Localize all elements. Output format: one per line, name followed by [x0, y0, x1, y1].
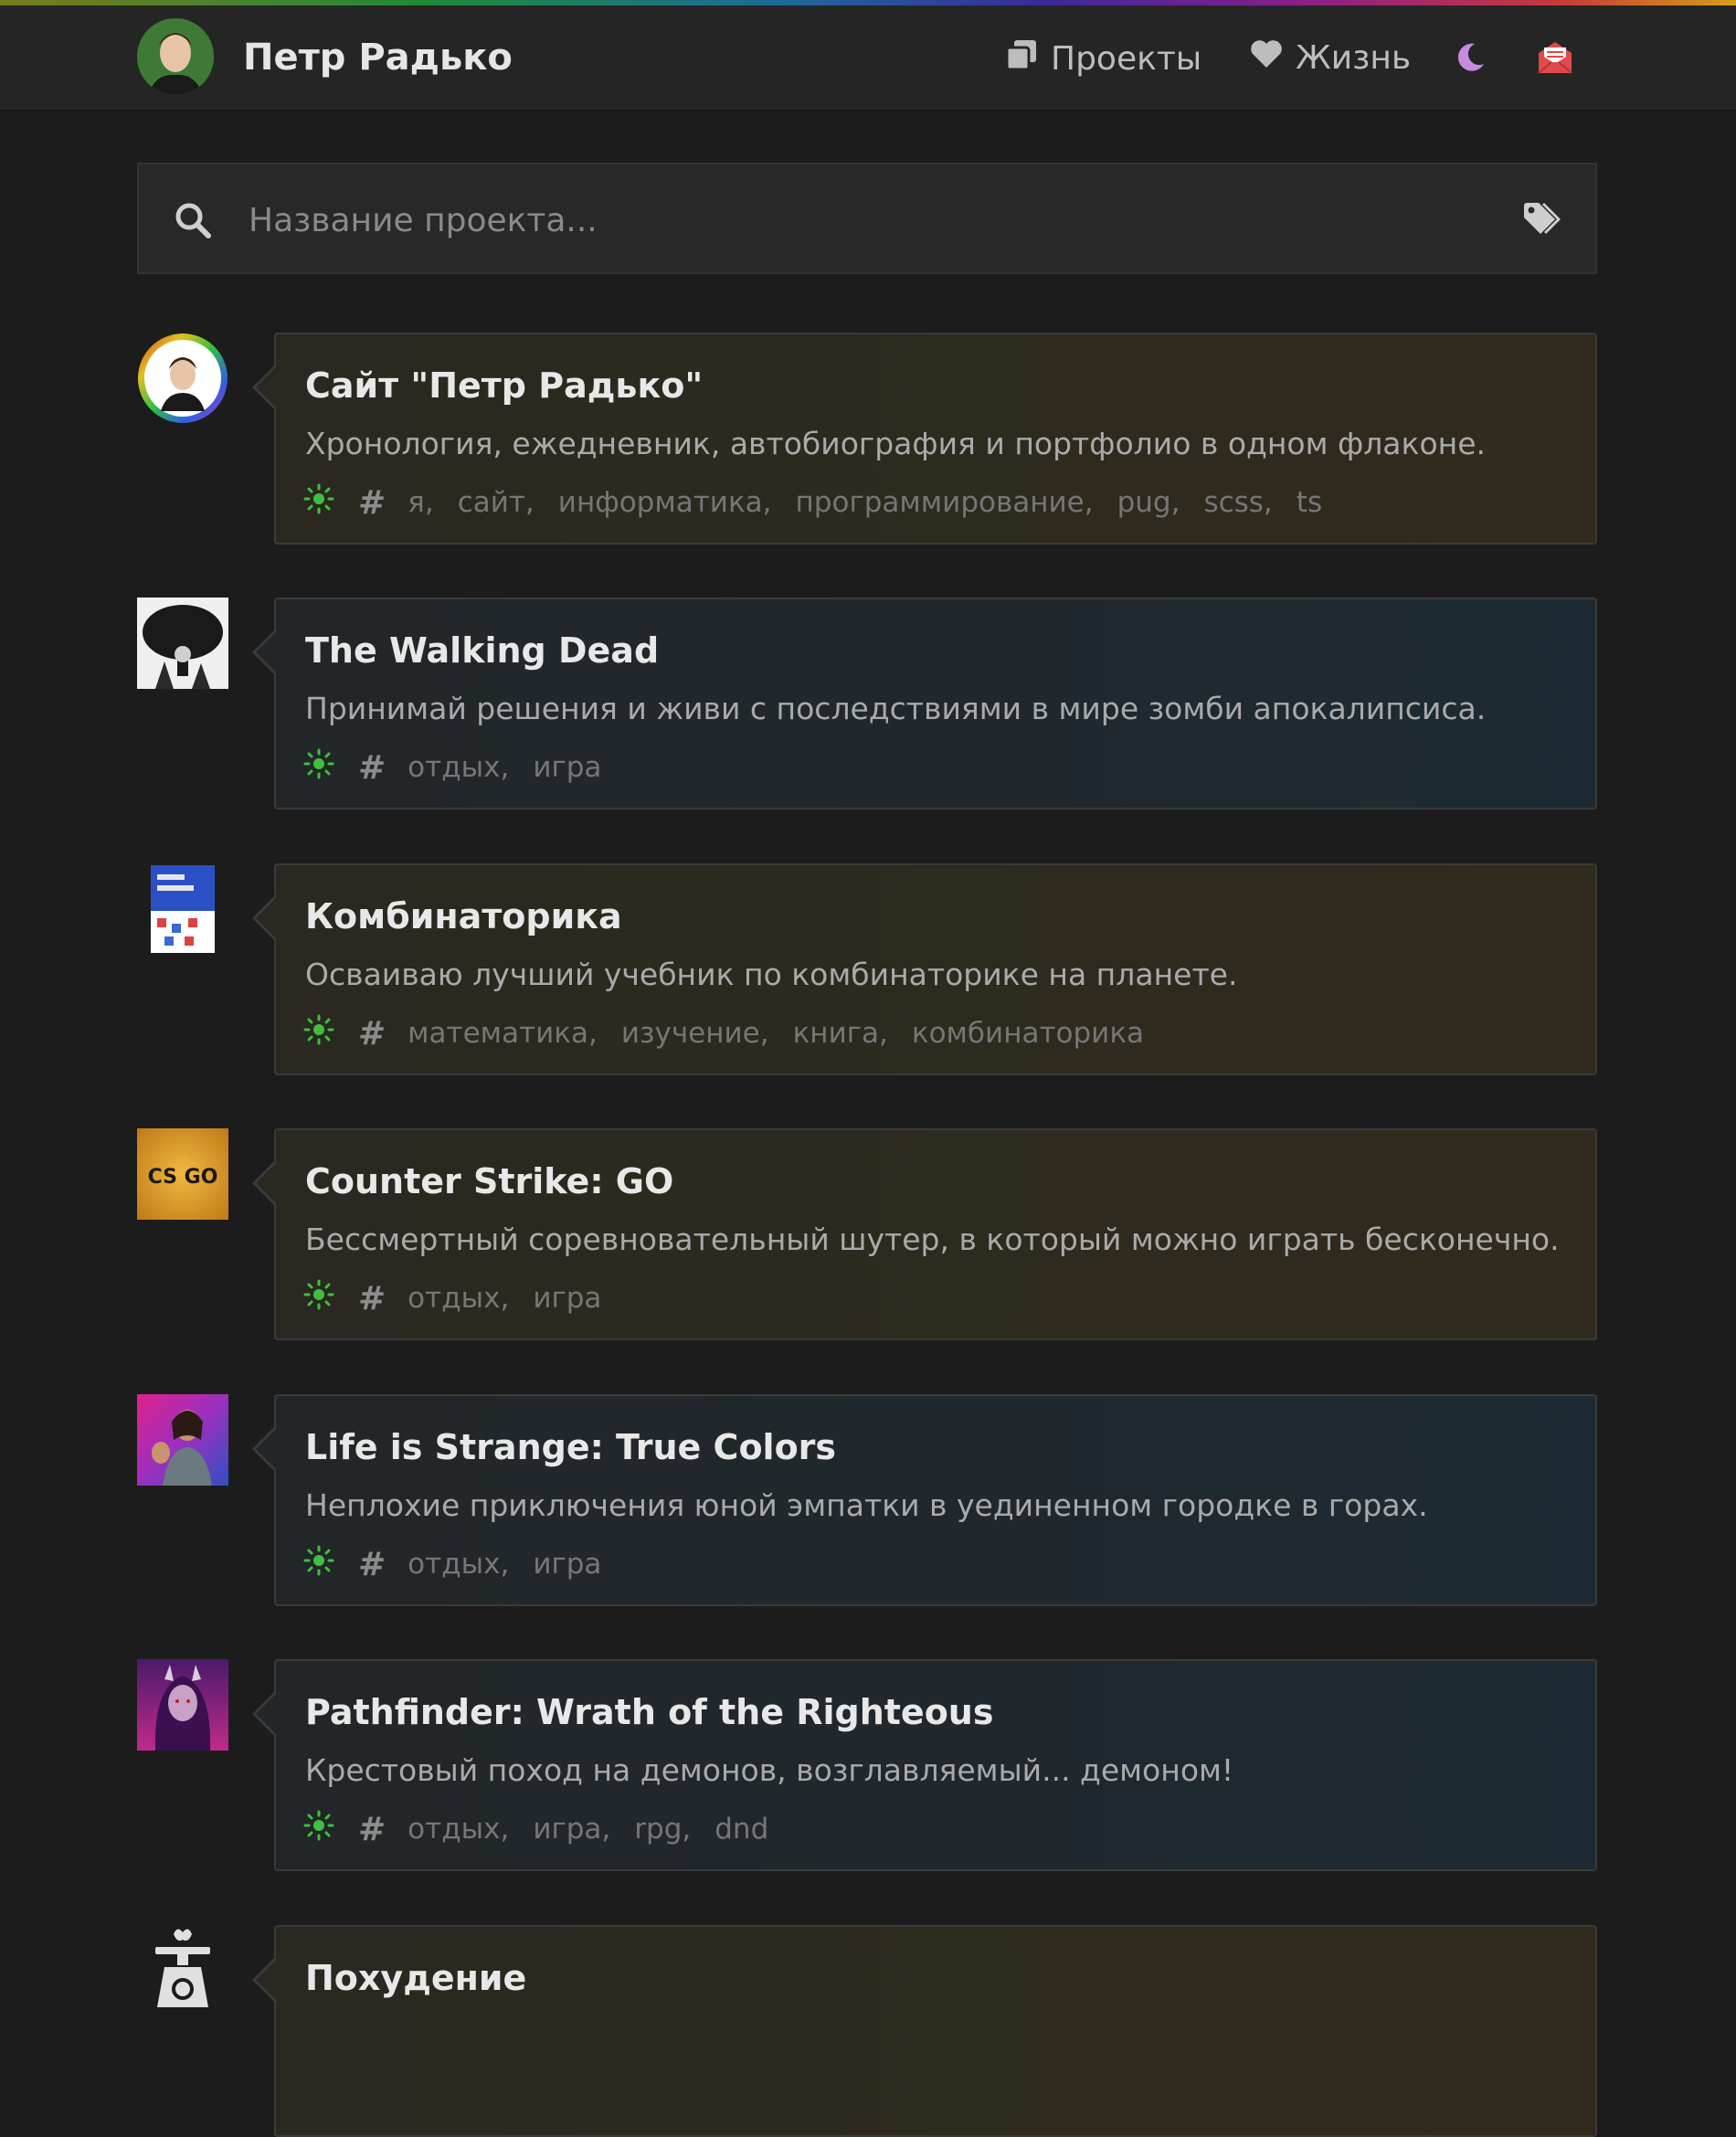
- tag[interactable]: dnd: [715, 1813, 768, 1846]
- project-description: Осваиваю лучший учебник по комбинаторике…: [305, 957, 1238, 992]
- tag[interactable]: отдых,: [408, 751, 509, 784]
- project-item[interactable]: Сайт "Петр Радько" Хронология, ежедневни…: [137, 333, 1597, 545]
- project-tags: # отдых, игра: [303, 1279, 625, 1317]
- sun-icon: [303, 483, 334, 522]
- sun-icon: [303, 1545, 334, 1583]
- project-thumbnail: [137, 1394, 228, 1486]
- project-thumbnail: [137, 333, 228, 424]
- tag[interactable]: игра,: [533, 1813, 610, 1846]
- hash-icon: #: [358, 1810, 386, 1848]
- project-description: Неплохие приключения юной эмпатки в уеди…: [305, 1487, 1428, 1523]
- project-item[interactable]: The Walking Dead Принимай решения и живи…: [137, 598, 1597, 809]
- project-thumbnail: [137, 863, 228, 955]
- project-tags: # отдых, игра: [303, 748, 625, 787]
- moon-icon[interactable]: [1455, 42, 1486, 77]
- hash-icon: #: [358, 483, 386, 522]
- tag[interactable]: комбинаторика: [912, 1017, 1144, 1050]
- nav-projects-label: Проекты: [1051, 40, 1202, 78]
- sun-icon: [303, 1810, 334, 1848]
- tags-icon[interactable]: [1522, 201, 1564, 241]
- project-card[interactable]: The Walking Dead Принимай решения и живи…: [252, 598, 1597, 809]
- tag[interactable]: сайт,: [458, 486, 535, 519]
- project-item[interactable]: Комбинаторика Осваиваю лучший учебник по…: [137, 863, 1597, 1075]
- project-item[interactable]: Похудение: [137, 1925, 1597, 2137]
- tag[interactable]: информатика,: [558, 486, 772, 519]
- project-card[interactable]: Сайт "Петр Радько" Хронология, ежедневни…: [252, 333, 1597, 545]
- tag[interactable]: игра: [533, 751, 601, 784]
- tag[interactable]: pug,: [1117, 486, 1180, 519]
- site-name[interactable]: Петр Радько: [243, 37, 513, 79]
- project-item[interactable]: CS GO Counter Strike: GO Бессмертный сор…: [137, 1128, 1597, 1340]
- tag[interactable]: программирование,: [796, 486, 1094, 519]
- tag[interactable]: изучение,: [621, 1017, 769, 1050]
- heart-icon: [1250, 38, 1283, 78]
- copy-icon: [1005, 38, 1038, 79]
- project-card[interactable]: Counter Strike: GO Бессмертный соревнова…: [252, 1128, 1597, 1340]
- project-title[interactable]: Pathfinder: Wrath of the Righteous: [305, 1692, 993, 1732]
- project-card[interactable]: Комбинаторика Осваиваю лучший учебник по…: [252, 863, 1597, 1075]
- sun-icon: [303, 748, 334, 787]
- project-thumbnail: CS GO: [137, 1128, 228, 1220]
- tag[interactable]: игра: [533, 1282, 601, 1315]
- project-tags: # я, сайт, информатика, программирование…: [303, 483, 1346, 522]
- tag[interactable]: ts: [1297, 486, 1322, 519]
- tag[interactable]: отдых,: [408, 1282, 509, 1315]
- tag[interactable]: rpg,: [634, 1813, 691, 1846]
- project-description: Принимай решения и живи с последствиями …: [305, 691, 1487, 726]
- tag[interactable]: отдых,: [408, 1548, 509, 1581]
- project-title[interactable]: Сайт "Петр Радько": [305, 365, 703, 406]
- project-card[interactable]: Life is Strange: True Colors Неплохие пр…: [252, 1394, 1597, 1606]
- sun-icon: [303, 1279, 334, 1317]
- tag[interactable]: отдых,: [408, 1813, 509, 1846]
- tag[interactable]: книга,: [793, 1017, 888, 1050]
- project-tags: # отдых, игра: [303, 1545, 625, 1583]
- nav-projects[interactable]: Проекты: [1005, 38, 1201, 79]
- project-title[interactable]: Counter Strike: GO: [305, 1161, 673, 1201]
- project-title[interactable]: The Walking Dead: [305, 630, 659, 671]
- project-thumbnail: [137, 1659, 228, 1751]
- hash-icon: #: [358, 1545, 386, 1583]
- project-description: Хронология, ежедневник, автобиография и …: [305, 426, 1487, 461]
- tag[interactable]: scss,: [1203, 486, 1272, 519]
- project-description: Бессмертный соревновательный шутер, в ко…: [305, 1222, 1560, 1257]
- project-title[interactable]: Комбинаторика: [305, 896, 622, 936]
- avatar[interactable]: [137, 18, 214, 95]
- hash-icon: #: [358, 1279, 386, 1317]
- project-tags: # математика, изучение, книга, комбинато…: [303, 1014, 1168, 1053]
- project-tags: # отдых, игра, rpg, dnd: [303, 1810, 792, 1848]
- project-card[interactable]: Похудение: [252, 1925, 1597, 2137]
- project-card[interactable]: Pathfinder: Wrath of the Righteous Крест…: [252, 1659, 1597, 1871]
- sun-icon: [303, 1014, 334, 1053]
- project-title[interactable]: Похудение: [305, 1958, 526, 1998]
- logo-text: CS GO: [148, 1166, 218, 1189]
- search-bar: [137, 163, 1597, 274]
- project-item[interactable]: Pathfinder: Wrath of the Righteous Крест…: [137, 1659, 1597, 1871]
- tag[interactable]: математика,: [408, 1017, 598, 1050]
- search-input[interactable]: [247, 192, 1530, 249]
- search-icon: [174, 201, 212, 243]
- nav-life-label: Жизнь: [1296, 39, 1412, 77]
- tag[interactable]: игра: [533, 1548, 601, 1581]
- hash-icon: #: [358, 1014, 386, 1053]
- hash-icon: #: [358, 748, 386, 787]
- scale-icon: [137, 1925, 228, 2016]
- project-description: Крестовый поход на демонов, возглавляемы…: [305, 1752, 1234, 1788]
- tag[interactable]: я,: [408, 486, 434, 519]
- envelope-open-icon[interactable]: [1537, 40, 1573, 79]
- nav-life[interactable]: Жизнь: [1250, 38, 1411, 78]
- project-thumbnail: [137, 598, 228, 689]
- project-item[interactable]: Life is Strange: True Colors Неплохие пр…: [137, 1394, 1597, 1606]
- top-navbar: Петр Радько Проекты Жизнь: [0, 5, 1736, 111]
- project-title[interactable]: Life is Strange: True Colors: [305, 1427, 836, 1467]
